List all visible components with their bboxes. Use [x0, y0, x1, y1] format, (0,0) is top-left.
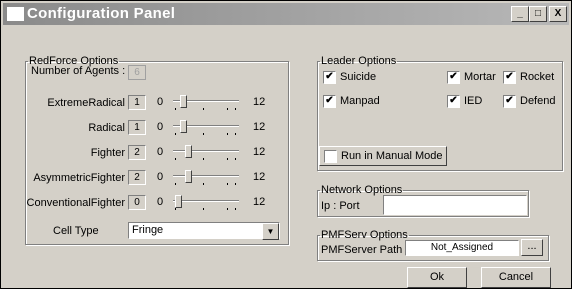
- cancel-button[interactable]: Cancel: [481, 267, 551, 288]
- slider-max-label: 12: [253, 96, 266, 108]
- browse-button[interactable]: ...: [521, 239, 543, 256]
- ip-port-input[interactable]: [383, 195, 527, 215]
- leader-option-checkbox[interactable]: ✔: [323, 95, 336, 108]
- slider-max-label: 12: [253, 121, 266, 133]
- slider-tick: [203, 183, 204, 185]
- slider-tick: [203, 108, 204, 110]
- leader-option-checkbox[interactable]: ✔: [447, 71, 460, 84]
- agent-count-value: 1: [128, 120, 146, 135]
- window-title: Configuration Panel: [27, 5, 176, 22]
- slider-min-label: 0: [157, 171, 164, 183]
- slider-tick: [203, 133, 204, 135]
- slider-tick: [235, 158, 236, 160]
- slider-tick: [175, 208, 176, 210]
- num-agents-label: Number of Agents :: [31, 65, 126, 77]
- agent-type-label: Radical: [88, 122, 125, 134]
- leader-option-label: Defend: [520, 95, 556, 107]
- leader-option-label: Rocket: [520, 71, 555, 83]
- slider-max-label: 12: [253, 171, 266, 183]
- agent-type-label: AsymmetricFighter: [33, 172, 125, 184]
- slider-tick: [235, 108, 236, 110]
- slider-track: [173, 200, 239, 202]
- manual-mode-label: Run in Manual Mode: [341, 150, 443, 162]
- pmf-legend: PMFServ Options: [321, 229, 408, 241]
- slider-min-label: 0: [157, 121, 164, 133]
- slider-tick: [227, 183, 228, 185]
- slider-tick: [175, 158, 176, 160]
- slider-thumb[interactable]: [179, 120, 187, 133]
- client-area: RedForce Options Number of Agents : 6 Ex…: [3, 25, 569, 288]
- slider-track: [173, 150, 239, 152]
- pmf-path-label: PMFServer Path: [321, 244, 403, 256]
- slider-thumb[interactable]: [175, 195, 182, 208]
- pmf-path-value: Not_Assigned: [430, 242, 494, 253]
- close-button[interactable]: X: [549, 6, 567, 22]
- leader-option-checkbox[interactable]: ✔: [503, 71, 516, 84]
- num-agents-value: 6: [128, 65, 146, 80]
- slider-tick: [227, 108, 228, 110]
- slider-thumb[interactable]: [184, 170, 192, 183]
- slider-tick: [235, 208, 236, 210]
- leader-option-checkbox[interactable]: ✔: [447, 95, 460, 108]
- agent-count-value: 2: [128, 170, 146, 185]
- ok-button[interactable]: Ok: [407, 267, 467, 288]
- cell-type-label: Cell Type: [53, 225, 99, 237]
- slider-max-label: 12: [253, 146, 266, 158]
- agent-type-label: ConventionalFighter: [26, 197, 125, 209]
- slider-min-label: 0: [157, 96, 164, 108]
- leader-option-checkbox[interactable]: ✔: [503, 95, 516, 108]
- agent-type-label: ExtremeRadical: [47, 97, 125, 109]
- leader-legend: Leader Options: [321, 55, 397, 67]
- cell-type-select[interactable]: Fringe ▼: [128, 222, 280, 240]
- agent-count-value: 0: [128, 195, 146, 210]
- configuration-window: Configuration Panel _ □ X RedForce Optio…: [0, 0, 572, 289]
- dropdown-arrow-icon[interactable]: ▼: [262, 223, 279, 240]
- slider-min-label: 0: [157, 196, 164, 208]
- slider-min-label: 0: [157, 146, 164, 158]
- ip-port-label: Ip : Port: [321, 200, 360, 212]
- slider-tick: [235, 133, 236, 135]
- agent-slider[interactable]: [173, 193, 239, 211]
- slider-tick: [227, 133, 228, 135]
- title-bar[interactable]: Configuration Panel _ □ X: [3, 3, 569, 25]
- slider-tick: [227, 208, 228, 210]
- cell-type-value: Fringe: [132, 224, 164, 236]
- slider-thumb[interactable]: [184, 145, 192, 158]
- agent-count-value: 2: [128, 145, 146, 160]
- agent-slider[interactable]: [173, 118, 239, 136]
- slider-tick: [227, 158, 228, 160]
- manual-mode-checkbox[interactable]: [324, 150, 337, 163]
- slider-tick: [175, 133, 176, 135]
- agent-slider[interactable]: [173, 143, 239, 161]
- manual-mode-toggle[interactable]: Run in Manual Mode: [319, 146, 447, 166]
- minimize-button[interactable]: _: [511, 6, 529, 22]
- slider-tick: [175, 183, 176, 185]
- window-icon: [7, 7, 24, 21]
- leader-option-label: IED: [464, 95, 483, 107]
- maximize-button[interactable]: □: [529, 6, 547, 22]
- agent-count-value: 1: [128, 95, 146, 110]
- leader-option-label: Mortar: [464, 71, 496, 83]
- leader-option-label: Manpad: [340, 95, 380, 107]
- slider-tick: [175, 108, 176, 110]
- agent-type-label: Fighter: [90, 147, 125, 159]
- leader-option-checkbox[interactable]: ✔: [323, 71, 336, 84]
- agent-slider[interactable]: [173, 93, 239, 111]
- agent-slider[interactable]: [173, 168, 239, 186]
- slider-tick: [203, 208, 204, 210]
- slider-track: [173, 175, 239, 177]
- slider-tick: [203, 158, 204, 160]
- leader-option-label: Suicide: [340, 71, 377, 83]
- pmf-path-input[interactable]: Not_Assigned: [405, 240, 519, 256]
- slider-thumb[interactable]: [179, 95, 187, 108]
- slider-tick: [235, 183, 236, 185]
- slider-max-label: 12: [253, 196, 266, 208]
